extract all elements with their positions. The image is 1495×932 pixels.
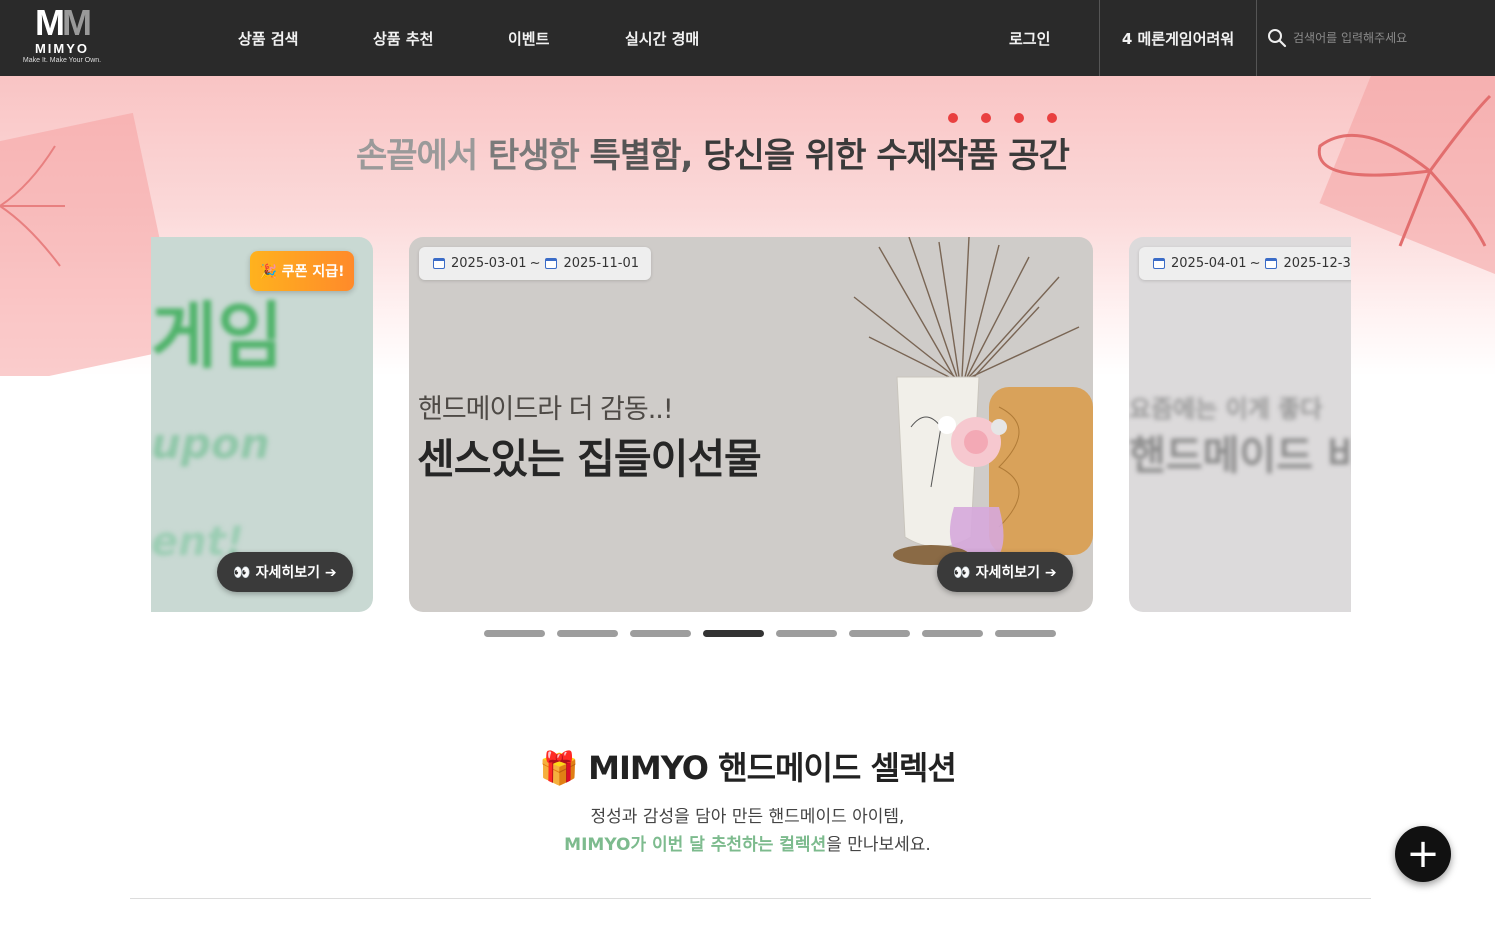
section-title: 🎁 MIMYO 핸드메이드 셀렉션 [0,743,1495,789]
blur-subtitle-next: 요즘에는 이게 좋다 [1129,395,1323,423]
calendar-icon [545,258,558,269]
detail-button-active[interactable]: 👀 자세히보기 ➔ [937,552,1073,592]
carousel-indicator-7[interactable] [922,630,983,637]
headline-word-4: 당신을 위한 수제작품 공간 [703,136,1070,176]
ribbon-decoration-right [1317,94,1492,247]
section-desc-highlight: MIMYO가 이번 달 추천하는 컬렉션 [564,835,827,855]
section-description: 정성과 감성을 담아 만든 핸드메이드 아이템, MIMYO가 이번 달 추천하… [0,803,1495,859]
search-icon[interactable] [1267,28,1287,48]
date-end: 2025-11-01 [563,256,640,271]
section-desc-line2: MIMYO가 이번 달 추천하는 컬렉션을 만나보세요. [564,835,931,855]
headline-word-3: 특별함, [589,136,694,176]
search-bar [1256,0,1495,76]
detail-button-prev[interactable]: 👀 자세히보기 ➔ [217,552,353,592]
headline-word-1: 손끝에서 [356,136,478,176]
hero-headline: 손끝에서 탄생한 특별함, 당신을 위한 수제작품 공간 [356,128,1070,177]
carousel-card-next[interactable]: 2025-04-01 ~ 2025-12-31 요즘에는 이게 좋다 핸드메이드… [1129,237,1351,612]
carousel-indicator-2[interactable] [557,630,618,637]
coupon-badge: 🎉 쿠폰 지급! [250,251,354,291]
carousel-indicators [484,630,1056,637]
calendar-icon [433,258,445,269]
mimyo-logo[interactable]: MM MIMYO Make It. Make Your Own. [14,4,110,72]
nav-product-recommend[interactable]: 상품 추천 [373,0,433,76]
gift-icon: 🎁 [539,749,579,787]
blur-text-game: 게임 [151,294,284,378]
blur-text-coupon: upon [151,419,270,468]
logo-mark: MM [35,2,92,43]
banner-subtitle: 핸드메이드라 더 감동..! [418,394,674,425]
calendar-icon [1153,258,1165,269]
blur-title-next: 핸드메이드 비 [1129,433,1351,479]
section-desc-line1: 정성과 감성을 담아 만든 핸드메이드 아이템, [590,807,905,827]
carousel-card-active[interactable]: 2025-03-01 ~ 2025-11-01 핸드메이드라 더 감동..! 센… [409,237,1093,612]
event-date-range-next: 2025-04-01 ~ 2025-12-31 [1139,247,1351,280]
calendar-icon [1265,258,1278,269]
nav-event[interactable]: 이벤트 [508,0,549,76]
login-link[interactable]: 로그인 [1009,0,1050,76]
add-floating-button[interactable]: + [1395,826,1451,882]
carousel-indicator-8[interactable] [995,630,1056,637]
user-menu[interactable]: 4 메론게임어려워 [1099,0,1256,76]
carousel-indicator-5[interactable] [776,630,837,637]
carousel-indicator-4[interactable] [703,630,764,637]
carousel-indicator-3[interactable] [630,630,691,637]
logo-name: MIMYO [34,41,90,56]
date-start: 2025-03-01 [451,256,527,271]
carousel-indicator-6[interactable] [849,630,910,637]
event-date-range: 2025-03-01 ~ 2025-11-01 [419,247,652,280]
ribbon-decoration-left [0,145,65,267]
headline-word-2: 탄생한 [487,136,580,176]
section-divider [130,898,1371,899]
search-input[interactable] [1293,31,1493,45]
carousel-card-prev[interactable]: 게임 upon ent! 🎉 쿠폰 지급! 👀 자세히보기 ➔ [151,237,373,612]
top-navigation-bar: MM MIMYO Make It. Make Your Own. 상품 검색 상… [0,0,1495,76]
nav-live-auction[interactable]: 실시간 경매 [625,0,699,76]
carousel-indicator-1[interactable] [484,630,545,637]
nav-product-search[interactable]: 상품 검색 [238,0,298,76]
banner-title: 센스있는 집들이선물 [417,435,762,483]
logo-tagline: Make It. Make Your Own. [22,57,102,64]
section-title-text: MIMYO 핸드메이드 셀렉션 [588,749,957,787]
